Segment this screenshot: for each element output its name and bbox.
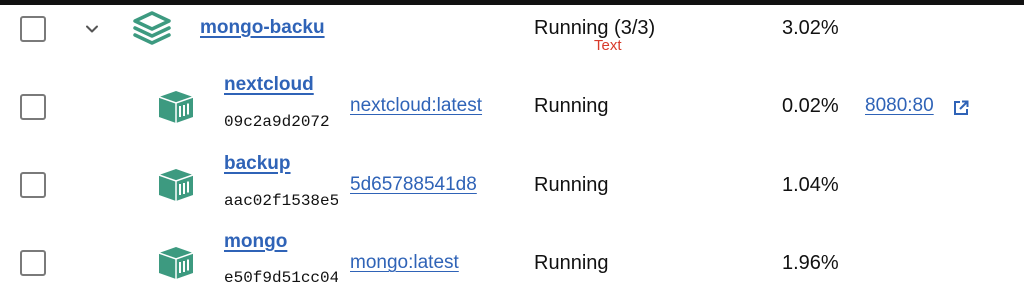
stack-checkbox[interactable] [20, 16, 46, 42]
stack-row: mongo-backu Running (3/3) Text 3.02% [0, 0, 1024, 58]
container-image-link[interactable]: nextcloud:latest [350, 95, 520, 117]
stack-cpu: 3.02% [782, 17, 839, 39]
container-icon [158, 169, 194, 201]
chevron-down-icon[interactable] [83, 20, 101, 38]
container-icon [158, 247, 194, 279]
container-id: e50f9d51cc04 [224, 269, 338, 287]
container-cpu: 1.04% [782, 174, 839, 196]
container-row: nextcloud 09c2a9d2072 nextcloud:latest R… [0, 66, 1024, 144]
container-row: mongo e50f9d51cc04 mongo:latest Running … [0, 224, 1024, 293]
container-checkbox[interactable] [20, 172, 46, 198]
container-id: 09c2a9d2072 [224, 113, 330, 131]
container-checkbox[interactable] [20, 250, 46, 276]
stack-name-link[interactable]: mongo-backu [200, 17, 336, 39]
container-name-link[interactable]: nextcloud [224, 74, 334, 96]
port-link[interactable]: 8080:80 [865, 95, 949, 117]
container-image-link[interactable]: 5d65788541d8 [350, 174, 520, 196]
container-image-link[interactable]: mongo:latest [350, 252, 520, 274]
layers-icon [133, 11, 171, 45]
external-link-icon[interactable] [952, 99, 970, 117]
container-checkbox[interactable] [20, 94, 46, 120]
container-status: Running [534, 95, 609, 117]
containers-table: mongo-backu Running (3/3) Text 3.02% nex… [0, 0, 1024, 293]
container-row: backup aac02f1538e5 5d65788541d8 Running… [0, 146, 1024, 224]
container-icon [158, 91, 194, 123]
container-name-link[interactable]: mongo [224, 231, 334, 253]
container-status: Running [534, 174, 609, 196]
container-status: Running [534, 252, 609, 274]
annotation-label: Text [594, 37, 622, 54]
container-cpu: 0.02% [782, 95, 839, 117]
container-id: aac02f1538e5 [224, 192, 338, 210]
container-name-link[interactable]: backup [224, 153, 334, 175]
container-cpu: 1.96% [782, 252, 839, 274]
